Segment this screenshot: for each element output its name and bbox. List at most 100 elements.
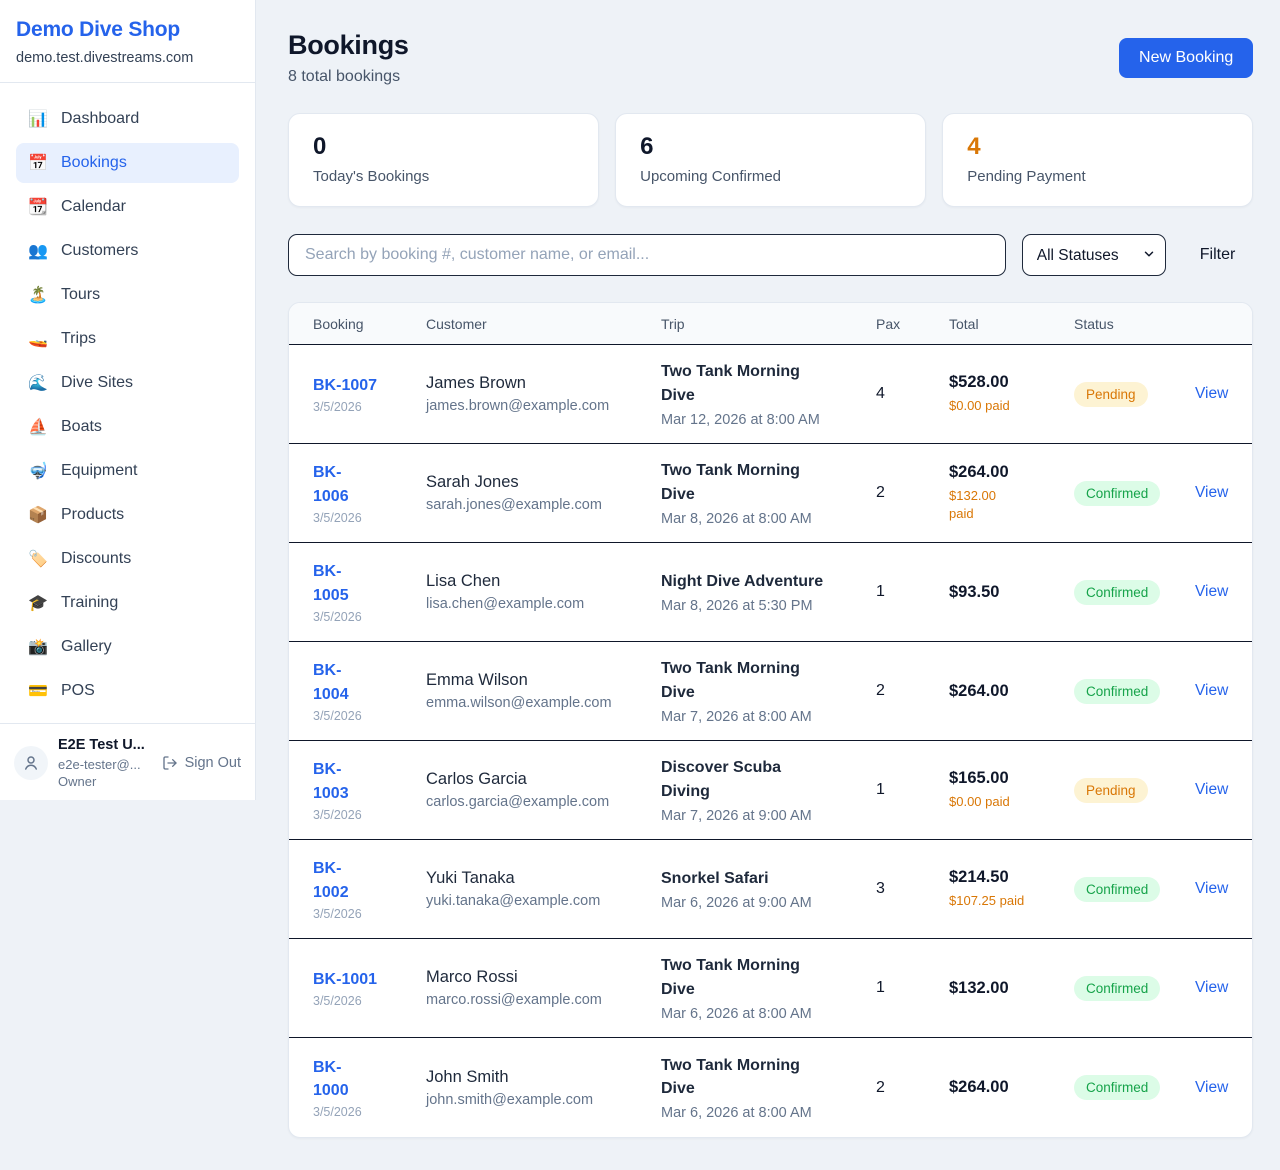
booking-id-link[interactable]: BK- 1003 [313, 758, 426, 804]
brand-title: Demo Dive Shop [16, 18, 239, 42]
sidebar-item-equipment[interactable]: 🤿 Equipment [16, 451, 239, 491]
trip-cell: Night Dive Adventure Mar 8, 2026 at 5:30… [661, 570, 876, 614]
total-cell: $264.00 $132.00 paid [949, 463, 1074, 523]
sidebar-item-pos[interactable]: 💳 POS [16, 671, 239, 711]
sidebar-item-label: Training [61, 594, 118, 612]
person-icon [22, 754, 40, 772]
booking-date: 3/5/2026 [313, 709, 426, 723]
sidebar-item-bookings[interactable]: 📅 Bookings [16, 143, 239, 183]
stats-row: 0 Today's Bookings 6 Upcoming Confirmed … [288, 113, 1253, 207]
booking-cell: BK-1001 3/5/2026 [313, 968, 426, 1008]
sidebar-item-dashboard[interactable]: 📊 Dashboard [16, 99, 239, 139]
customer-email: emma.wilson@example.com [426, 695, 661, 711]
sidebar: Demo Dive Shop demo.test.divestreams.com… [0, 0, 256, 800]
table-row: BK- 1002 3/5/2026 Yuki Tanaka yuki.tanak… [289, 840, 1252, 939]
status-badge: Confirmed [1074, 481, 1160, 506]
sidebar-item-label: Customers [61, 242, 138, 260]
sidebar-item-label: Trips [61, 330, 96, 348]
actions-cell: View [1195, 1079, 1228, 1097]
logout-icon [162, 755, 178, 771]
sidebar-item-products[interactable]: 📦 Products [16, 495, 239, 535]
customer-name: John Smith [426, 1068, 661, 1087]
status-cell: Pending [1074, 778, 1195, 803]
page-header: Bookings 8 total bookings New Booking [288, 30, 1253, 86]
actions-cell: View [1195, 682, 1228, 700]
customer-name: James Brown [426, 374, 661, 393]
booking-id-link[interactable]: BK- 1005 [313, 560, 426, 606]
customer-email: yuki.tanaka@example.com [426, 893, 661, 909]
booking-id-link[interactable]: BK- 1002 [313, 857, 426, 903]
total-cell: $264.00 [949, 1078, 1074, 1097]
sidebar-item-dive-sites[interactable]: 🌊 Dive Sites [16, 363, 239, 403]
status-badge: Confirmed [1074, 1075, 1160, 1100]
booking-id-link[interactable]: BK- 1000 [313, 1056, 426, 1102]
new-booking-button[interactable]: New Booking [1119, 38, 1253, 78]
table-row: BK- 1004 3/5/2026 Emma Wilson emma.wilso… [289, 642, 1252, 741]
booking-date: 3/5/2026 [313, 511, 426, 525]
table-row: BK- 1006 3/5/2026 Sarah Jones sarah.jone… [289, 444, 1252, 543]
booking-id-link[interactable]: BK- 1006 [313, 461, 426, 507]
sidebar-item-label: Calendar [61, 198, 126, 216]
view-link[interactable]: View [1195, 682, 1228, 699]
avatar [14, 746, 48, 780]
view-link[interactable]: View [1195, 583, 1228, 600]
sidebar-item-tours[interactable]: 🏝️ Tours [16, 275, 239, 315]
total-cell: $528.00 $0.00 paid [949, 373, 1074, 415]
filter-row: All Statuses Filter [288, 234, 1253, 276]
view-link[interactable]: View [1195, 484, 1228, 501]
customer-name: Carlos Garcia [426, 770, 661, 789]
sign-out-button[interactable]: Sign Out [162, 755, 241, 771]
sidebar-nav: 📊 Dashboard 📅 Bookings 📆 Calendar 👥 Cust… [0, 83, 255, 723]
view-link[interactable]: View [1195, 880, 1228, 897]
sidebar-item-discounts[interactable]: 🏷️ Discounts [16, 539, 239, 579]
booking-id-link[interactable]: BK-1007 [313, 374, 426, 397]
trip-datetime: Mar 7, 2026 at 9:00 AM [661, 808, 876, 824]
view-link[interactable]: View [1195, 781, 1228, 798]
booking-cell: BK- 1006 3/5/2026 [313, 461, 426, 524]
main-content: Bookings 8 total bookings New Booking 0 … [256, 0, 1280, 1170]
actions-cell: View [1195, 979, 1228, 997]
status-cell: Confirmed [1074, 679, 1195, 704]
col-header-trip: Trip [661, 316, 876, 332]
stat-value: 4 [967, 133, 1228, 161]
stat-label: Today's Bookings [313, 168, 574, 185]
sidebar-item-boats[interactable]: ⛵ Boats [16, 407, 239, 447]
view-link[interactable]: View [1195, 979, 1228, 996]
sidebar-item-trips[interactable]: 🚤 Trips [16, 319, 239, 359]
view-link[interactable]: View [1195, 1079, 1228, 1096]
trip-cell: Two Tank Morning Dive Mar 8, 2026 at 8:0… [661, 459, 876, 526]
status-select[interactable]: All Statuses [1022, 234, 1166, 276]
customer-cell: James Brown james.brown@example.com [426, 374, 661, 414]
customer-email: sarah.jones@example.com [426, 497, 661, 513]
stat-card-todays-bookings: 0 Today's Bookings [288, 113, 599, 207]
paid-amount: $0.00 paid [949, 397, 1074, 415]
sidebar-item-label: Products [61, 506, 124, 524]
customer-cell: John Smith john.smith@example.com [426, 1068, 661, 1108]
sidebar-item-training[interactable]: 🎓 Training [16, 583, 239, 623]
bookings-table: Booking Customer Trip Pax Total Status B… [288, 302, 1253, 1138]
wave-icon: 🌊 [28, 373, 48, 393]
sidebar-item-calendar[interactable]: 📆 Calendar [16, 187, 239, 227]
total-amount: $264.00 [949, 1078, 1074, 1097]
booking-cell: BK- 1005 3/5/2026 [313, 560, 426, 623]
filter-button[interactable]: Filter [1182, 234, 1254, 276]
total-cell: $214.50 $107.25 paid [949, 868, 1074, 910]
status-cell: Confirmed [1074, 580, 1195, 605]
sidebar-item-gallery[interactable]: 📸 Gallery [16, 627, 239, 667]
status-cell: Pending [1074, 382, 1195, 407]
total-amount: $165.00 [949, 769, 1074, 788]
customer-email: marco.rossi@example.com [426, 992, 661, 1008]
sidebar-item-customers[interactable]: 👥 Customers [16, 231, 239, 271]
trip-datetime: Mar 6, 2026 at 9:00 AM [661, 895, 876, 911]
search-input[interactable] [288, 234, 1006, 276]
col-header-pax: Pax [876, 316, 949, 332]
view-link[interactable]: View [1195, 385, 1228, 402]
trip-name: Two Tank Morning Dive [661, 360, 876, 406]
trip-name: Two Tank Morning Dive [661, 954, 876, 1000]
booking-id-link[interactable]: BK- 1004 [313, 659, 426, 705]
sidebar-footer: E2E Test U... e2e-tester@... Owner Sign … [0, 723, 255, 803]
booking-id-link[interactable]: BK-1001 [313, 968, 426, 991]
sidebar-item-label: Gallery [61, 638, 112, 656]
customer-cell: Carlos Garcia carlos.garcia@example.com [426, 770, 661, 810]
status-badge: Confirmed [1074, 976, 1160, 1001]
